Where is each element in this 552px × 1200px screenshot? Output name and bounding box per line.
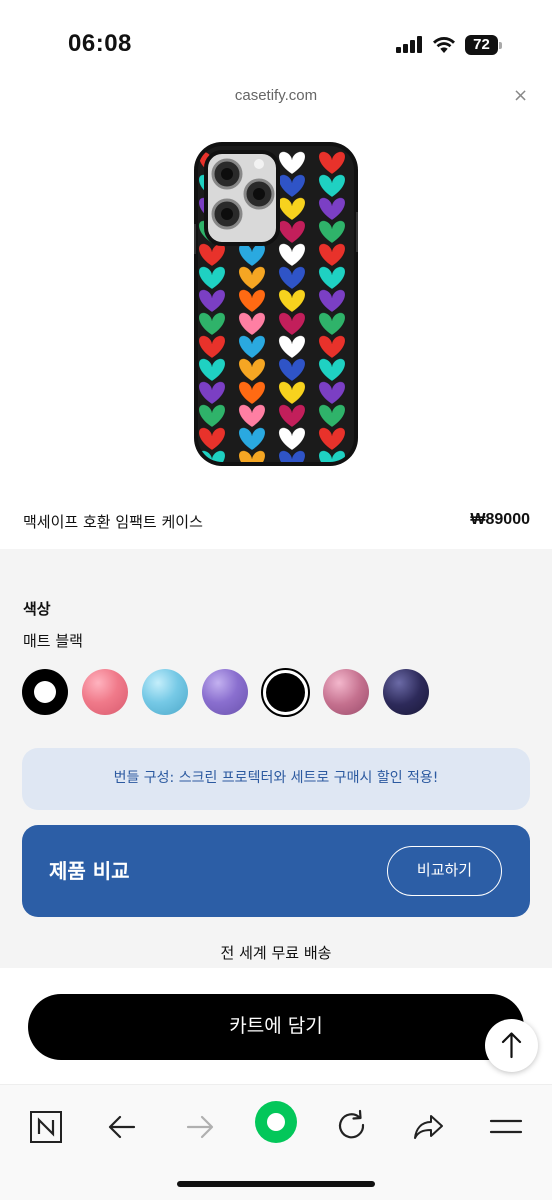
- battery-icon: 72: [465, 35, 502, 55]
- forward-arrow-icon[interactable]: [178, 1105, 222, 1149]
- status-time: 06:08: [68, 30, 132, 57]
- product-price: ₩89000: [470, 511, 530, 528]
- url-domain[interactable]: casetify.com: [0, 87, 552, 104]
- shipping-text: 전 세계 무료 배송: [220, 944, 332, 962]
- arrow-up-icon: [501, 1032, 522, 1059]
- scroll-top-button[interactable]: [485, 1019, 538, 1072]
- product-card: 맥세이프 호환 임팩트 케이스 ₩89000: [0, 112, 552, 549]
- green-dot-icon[interactable]: [253, 1099, 299, 1145]
- swatch-pink[interactable]: [82, 669, 128, 715]
- color-section-label: 색상: [23, 600, 51, 618]
- back-arrow-icon[interactable]: [101, 1105, 145, 1149]
- signal-icon: [396, 36, 424, 53]
- swatch-navy-glitter[interactable]: [383, 669, 429, 715]
- url-bar[interactable]: casetify.com ×: [0, 84, 552, 112]
- swatch-black-white[interactable]: [22, 669, 68, 715]
- swatch-pink-glitter[interactable]: [323, 669, 369, 715]
- product-name: 맥세이프 호환 임팩트 케이스: [23, 513, 203, 531]
- swatch-matte-black-selected[interactable]: [261, 668, 310, 717]
- share-icon[interactable]: [407, 1105, 451, 1149]
- home-indicator: [177, 1181, 375, 1187]
- swatch-lavender[interactable]: [202, 669, 248, 715]
- compare-button[interactable]: 비교하기: [387, 846, 502, 896]
- close-icon[interactable]: ×: [513, 85, 528, 106]
- status-bar: 06:08 72: [0, 0, 552, 84]
- battery-level: 72: [473, 36, 490, 53]
- compare-card: 제품 비교 비교하기: [22, 825, 530, 917]
- swatch-sky-blue[interactable]: [142, 669, 188, 715]
- product-image: [194, 142, 358, 466]
- menu-icon[interactable]: [484, 1105, 528, 1149]
- wifi-icon: [432, 34, 456, 54]
- naver-home-icon[interactable]: [24, 1105, 68, 1149]
- refresh-icon[interactable]: [330, 1105, 374, 1149]
- bundle-banner[interactable]: 번들 구성: 스크린 프로텍터와 세트로 구매시 할인 적용!: [22, 748, 530, 810]
- selected-color-name: 매트 블랙: [23, 632, 83, 650]
- compare-title: 제품 비교: [49, 859, 130, 883]
- add-to-cart-button[interactable]: 카트에 담기: [28, 994, 524, 1060]
